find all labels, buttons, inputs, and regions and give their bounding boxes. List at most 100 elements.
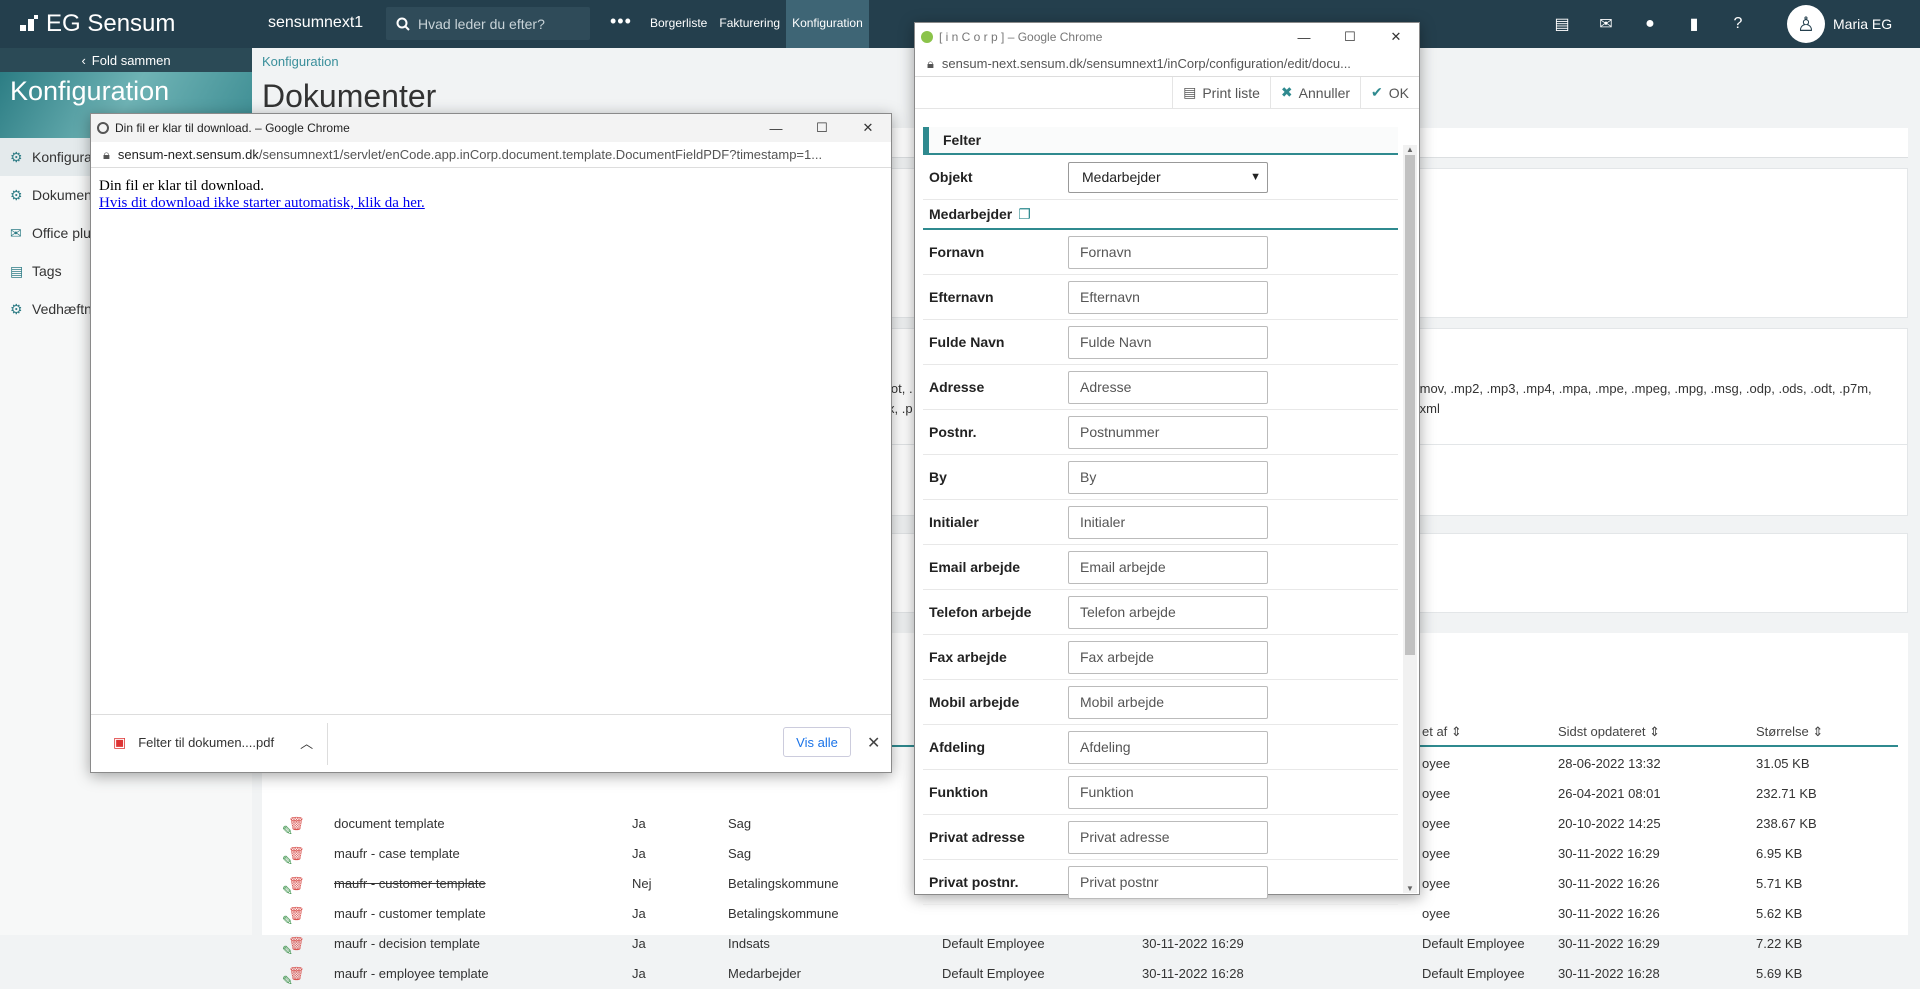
row-updated: 28-06-2022 13:32 <box>1558 756 1661 771</box>
page-title: Dokumenter <box>262 78 437 114</box>
sidebar-item-label: Tags <box>32 263 62 279</box>
download-item[interactable]: ▣ Felter til dokumen....pdf ︿ <box>113 733 313 752</box>
object-label: Objekt <box>929 169 973 185</box>
field-label: Mobil arbejde <box>929 694 1020 710</box>
edit-icon[interactable]: ✎ <box>282 823 293 839</box>
field-input[interactable]: By <box>1068 460 1268 494</box>
edit-icon[interactable]: ✎ <box>282 943 293 959</box>
nav-borgerliste[interactable]: Borgerliste <box>644 0 713 48</box>
search-icon <box>396 17 410 31</box>
envelope-icon: ✉ <box>10 224 22 241</box>
field-input[interactable]: Privat adresse <box>1068 820 1268 854</box>
field-input[interactable]: Fax arbejde <box>1068 640 1268 674</box>
close-icon[interactable]: ✕ <box>867 733 880 753</box>
chat-icon[interactable]: ● <box>1628 0 1672 48</box>
logo-text: EG Sensum <box>46 10 176 37</box>
scrollbar-thumb[interactable] <box>1405 155 1415 655</box>
print-icon: ▤ <box>1183 84 1197 100</box>
copy-icon[interactable]: ❐ <box>1018 206 1031 223</box>
row-updated-by: oyee <box>1422 756 1451 771</box>
chevron-up-icon[interactable]: ︿ <box>300 733 313 752</box>
field-row: Postnr. Postnummer <box>923 410 1398 455</box>
address-bar[interactable]: 🔒︎ sensum-next.sensum.dk/sensumnext1/ser… <box>91 142 891 168</box>
incorp-icon <box>921 31 933 43</box>
extensions-fragment: .mov, .mp2, .mp3, .mp4, .mpa, .mpe, .mpe… <box>1416 381 1872 396</box>
minimize-icon[interactable]: — <box>753 114 799 142</box>
field-input[interactable]: Privat postnr <box>1068 865 1268 899</box>
field-input[interactable]: Fulde Navn <box>1068 325 1268 359</box>
table-row[interactable]: ✎ 🗑︎ maufr - employee template Ja Medarbejde… <box>262 959 1908 989</box>
field-input[interactable]: Email arbejde <box>1068 550 1268 584</box>
maximize-icon[interactable]: ☐ <box>1327 23 1373 51</box>
field-input[interactable]: Efternavn <box>1068 280 1268 314</box>
row-updated-by: oyee <box>1422 786 1451 801</box>
chevron-left-icon: ‹ <box>81 52 86 68</box>
row-size: 5.71 KB <box>1756 876 1803 891</box>
chevron-down-icon: ▼ <box>1250 171 1261 183</box>
show-all-button[interactable]: Vis alle <box>783 727 851 757</box>
more-menu-icon[interactable]: ••• <box>610 11 632 32</box>
field-row: Fulde Navn Fulde Navn <box>923 320 1398 365</box>
url-host: sensum-next.sensum.dk <box>117 147 259 162</box>
row-type: Sag <box>728 846 752 861</box>
download-body: Din fil er klar til download. Hvis dit d… <box>91 168 891 222</box>
field-input[interactable]: Mobil arbejde <box>1068 685 1268 719</box>
download-link[interactable]: Hvis dit download ikke starter automatis… <box>99 195 425 211</box>
close-icon[interactable]: ✕ <box>845 114 891 142</box>
section-fields: Felter <box>923 127 1398 155</box>
field-row: Email arbejde Email arbejde <box>923 545 1398 590</box>
print-list-button[interactable]: ▤ Print liste <box>1172 76 1270 109</box>
nav-konfiguration[interactable]: Konfiguration <box>786 0 869 48</box>
user-menu[interactable]: ♙ Maria EG <box>1787 5 1892 43</box>
document-icon[interactable]: ▤ <box>1540 0 1584 48</box>
edit-icon[interactable]: ✎ <box>282 883 293 899</box>
cancel-button[interactable]: ✖ Annuller <box>1269 76 1360 109</box>
col-header-size[interactable]: Størrelse ⇕ <box>1756 724 1823 740</box>
window-titlebar: [ i n C o r p ] – Google Chrome — ☐ ✕ <box>915 23 1419 51</box>
ok-button[interactable]: ✔ OK <box>1360 76 1419 109</box>
field-label: Adresse <box>929 379 985 395</box>
edit-icon[interactable]: ✎ <box>282 913 293 929</box>
field-row: Mobil arbejde Mobil arbejde <box>923 680 1398 725</box>
address-bar[interactable]: 🔒︎ sensum-next.sensum.dk/sensumnext1/inC… <box>915 51 1419 77</box>
field-input[interactable]: Fornavn <box>1068 235 1268 269</box>
field-row: Fax arbejde Fax arbejde <box>923 635 1398 680</box>
breadcrumb[interactable]: Konfiguration <box>262 54 339 69</box>
edit-icon[interactable]: ✎ <box>282 973 293 989</box>
row-size: 232.71 KB <box>1756 786 1817 801</box>
row-active: Ja <box>632 966 646 981</box>
fold-button[interactable]: ‹ Fold sammen <box>0 48 252 72</box>
col-header-updated[interactable]: Sidst opdateret ⇕ <box>1558 724 1660 740</box>
org-name[interactable]: sensumnext1 <box>268 14 363 32</box>
row-active: Ja <box>632 816 646 831</box>
edit-icon[interactable]: ✎ <box>282 853 293 869</box>
main-nav: Borgerliste Fakturering Konfiguration <box>644 0 869 48</box>
minimize-icon[interactable]: — <box>1281 23 1327 51</box>
vertical-scrollbar[interactable]: ▲ ▼ <box>1403 145 1417 893</box>
object-select[interactable]: Medarbejder ▼ <box>1068 161 1268 193</box>
search-input[interactable]: Hvad leder du efter? <box>386 7 590 40</box>
help-icon[interactable]: ? <box>1716 0 1760 48</box>
nav-fakturering[interactable]: Fakturering <box>713 0 786 48</box>
maximize-icon[interactable]: ☐ <box>799 114 845 142</box>
row-updated: 30-11-2022 16:28 <box>1558 966 1660 981</box>
field-input[interactable]: Afdeling <box>1068 730 1268 764</box>
bookmark-icon[interactable]: ▮ <box>1672 0 1716 48</box>
field-input[interactable]: Funktion <box>1068 775 1268 809</box>
file-icon: ▤ <box>10 262 24 279</box>
col-header-created-by[interactable]: et af ⇕ <box>1422 724 1462 740</box>
row-size: 5.62 KB <box>1756 906 1803 921</box>
row-updated-by: oyee <box>1422 846 1451 861</box>
table-row[interactable]: ✎ 🗑︎ maufr - decision template Ja Indsats Def… <box>262 929 1908 959</box>
row-updated-by: oyee <box>1422 816 1451 831</box>
field-label: Postnr. <box>929 424 977 440</box>
field-input[interactable]: Initialer <box>1068 505 1268 539</box>
mail-icon[interactable]: ✉ <box>1584 0 1628 48</box>
app-logo[interactable]: EG Sensum <box>20 10 175 38</box>
row-active: Ja <box>632 846 646 861</box>
close-icon[interactable]: ✕ <box>1373 23 1419 51</box>
field-input[interactable]: Postnummer <box>1068 415 1268 449</box>
row-name: maufr - case template <box>334 846 460 861</box>
field-input[interactable]: Telefon arbejde <box>1068 595 1268 629</box>
field-input[interactable]: Adresse <box>1068 370 1268 404</box>
